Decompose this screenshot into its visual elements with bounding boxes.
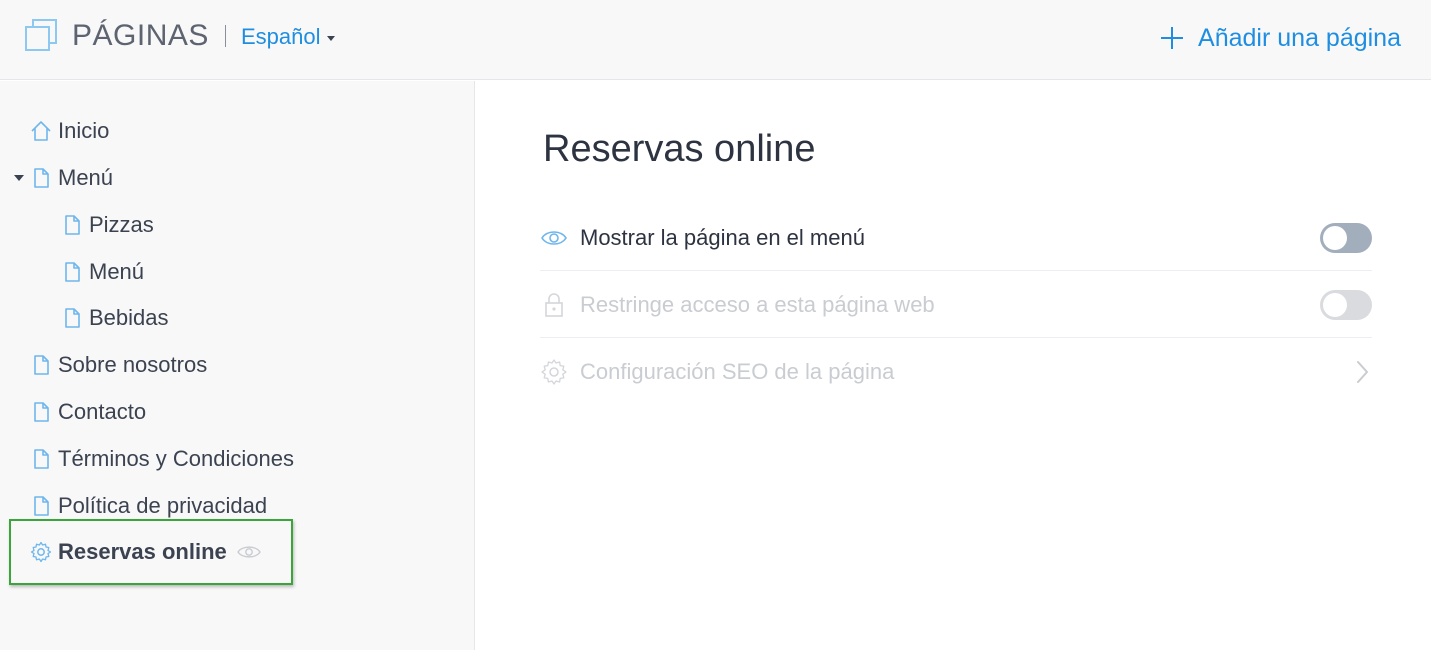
add-page-label: Añadir una página	[1198, 24, 1401, 52]
sidebar-item-bebidas[interactable]: Bebidas	[61, 303, 169, 333]
sidebar-item-label: Sobre nosotros	[58, 352, 208, 377]
lock-icon	[545, 292, 563, 317]
add-page-button[interactable]: Añadir una página	[1160, 22, 1401, 54]
sidebar-item-menu[interactable]: Menú	[30, 163, 113, 193]
sidebar: Inicio Menú Pizzas Menú Bebidas Sobre no…	[0, 81, 475, 650]
page-icon	[34, 355, 49, 375]
page-heading: Reservas online	[543, 128, 816, 170]
gear-icon	[30, 541, 52, 563]
setting-restrict-access: Restringe acceso a esta página web	[540, 272, 1372, 338]
sidebar-item-label: Reservas online	[58, 539, 227, 564]
page-icon	[34, 168, 49, 188]
show-in-menu-toggle[interactable]	[1320, 222, 1372, 253]
sidebar-item-label: Menú	[89, 259, 145, 284]
chevron-down-icon	[326, 35, 335, 41]
page-icon	[65, 262, 80, 282]
sidebar-item-reservas-online[interactable]: Reservas online	[30, 537, 261, 567]
sidebar-item-label: Política de privacidad	[58, 493, 268, 518]
header-divider	[225, 25, 226, 47]
sidebar-item-privacidad[interactable]: Política de privacidad	[30, 491, 267, 521]
top-bar: PÁGINAS Español Añadir una página	[0, 0, 1431, 80]
setting-label: Restringe acceso a esta página web	[580, 291, 935, 317]
sidebar-item-label: Menú	[58, 165, 114, 190]
toggle-knob	[1323, 292, 1347, 317]
page-icon	[34, 496, 49, 516]
setting-label: Mostrar la página en el menú	[580, 224, 865, 250]
sidebar-item-contacto[interactable]: Contacto	[30, 397, 146, 427]
sidebar-item-terminos[interactable]: Términos y Condiciones	[30, 444, 294, 474]
sidebar-item-label: Pizzas	[89, 212, 154, 237]
sidebar-item-label: Términos y Condiciones	[58, 446, 294, 471]
language-label: Español	[241, 24, 321, 49]
sidebar-item-label: Contacto	[58, 399, 147, 424]
home-icon	[31, 121, 51, 141]
page-icon	[65, 215, 80, 235]
pages-icon	[25, 19, 57, 51]
eye-icon	[236, 546, 261, 558]
sidebar-item-menu-sub[interactable]: Menú	[61, 257, 144, 287]
sidebar-item-label: Inicio	[58, 118, 110, 143]
setting-show-in-menu: Mostrar la página en el menú	[540, 205, 1372, 271]
page-icon	[65, 308, 80, 328]
expand-caret-icon[interactable]	[14, 175, 24, 181]
sidebar-item-sobre-nosotros[interactable]: Sobre nosotros	[30, 350, 207, 380]
sidebar-item-pizzas[interactable]: Pizzas	[61, 210, 154, 240]
page-title: PÁGINAS	[72, 19, 209, 52]
sidebar-item-inicio[interactable]: Inicio	[30, 116, 109, 146]
plus-icon	[1161, 27, 1184, 49]
toggle-knob	[1323, 225, 1347, 250]
restrict-access-toggle[interactable]	[1320, 289, 1372, 320]
page-icon	[34, 402, 49, 422]
eye-icon	[541, 230, 567, 245]
main-panel: Reservas online Mostrar la página en el …	[476, 81, 1431, 650]
sidebar-item-label: Bebidas	[89, 305, 169, 330]
gear-icon	[541, 359, 567, 385]
page-icon	[34, 449, 49, 469]
setting-label: Configuración SEO de la página	[580, 359, 895, 384]
setting-seo-config[interactable]: Configuración SEO de la página	[540, 339, 1372, 405]
chevron-right-icon[interactable]	[1352, 358, 1372, 386]
language-dropdown[interactable]: Español	[241, 24, 335, 50]
